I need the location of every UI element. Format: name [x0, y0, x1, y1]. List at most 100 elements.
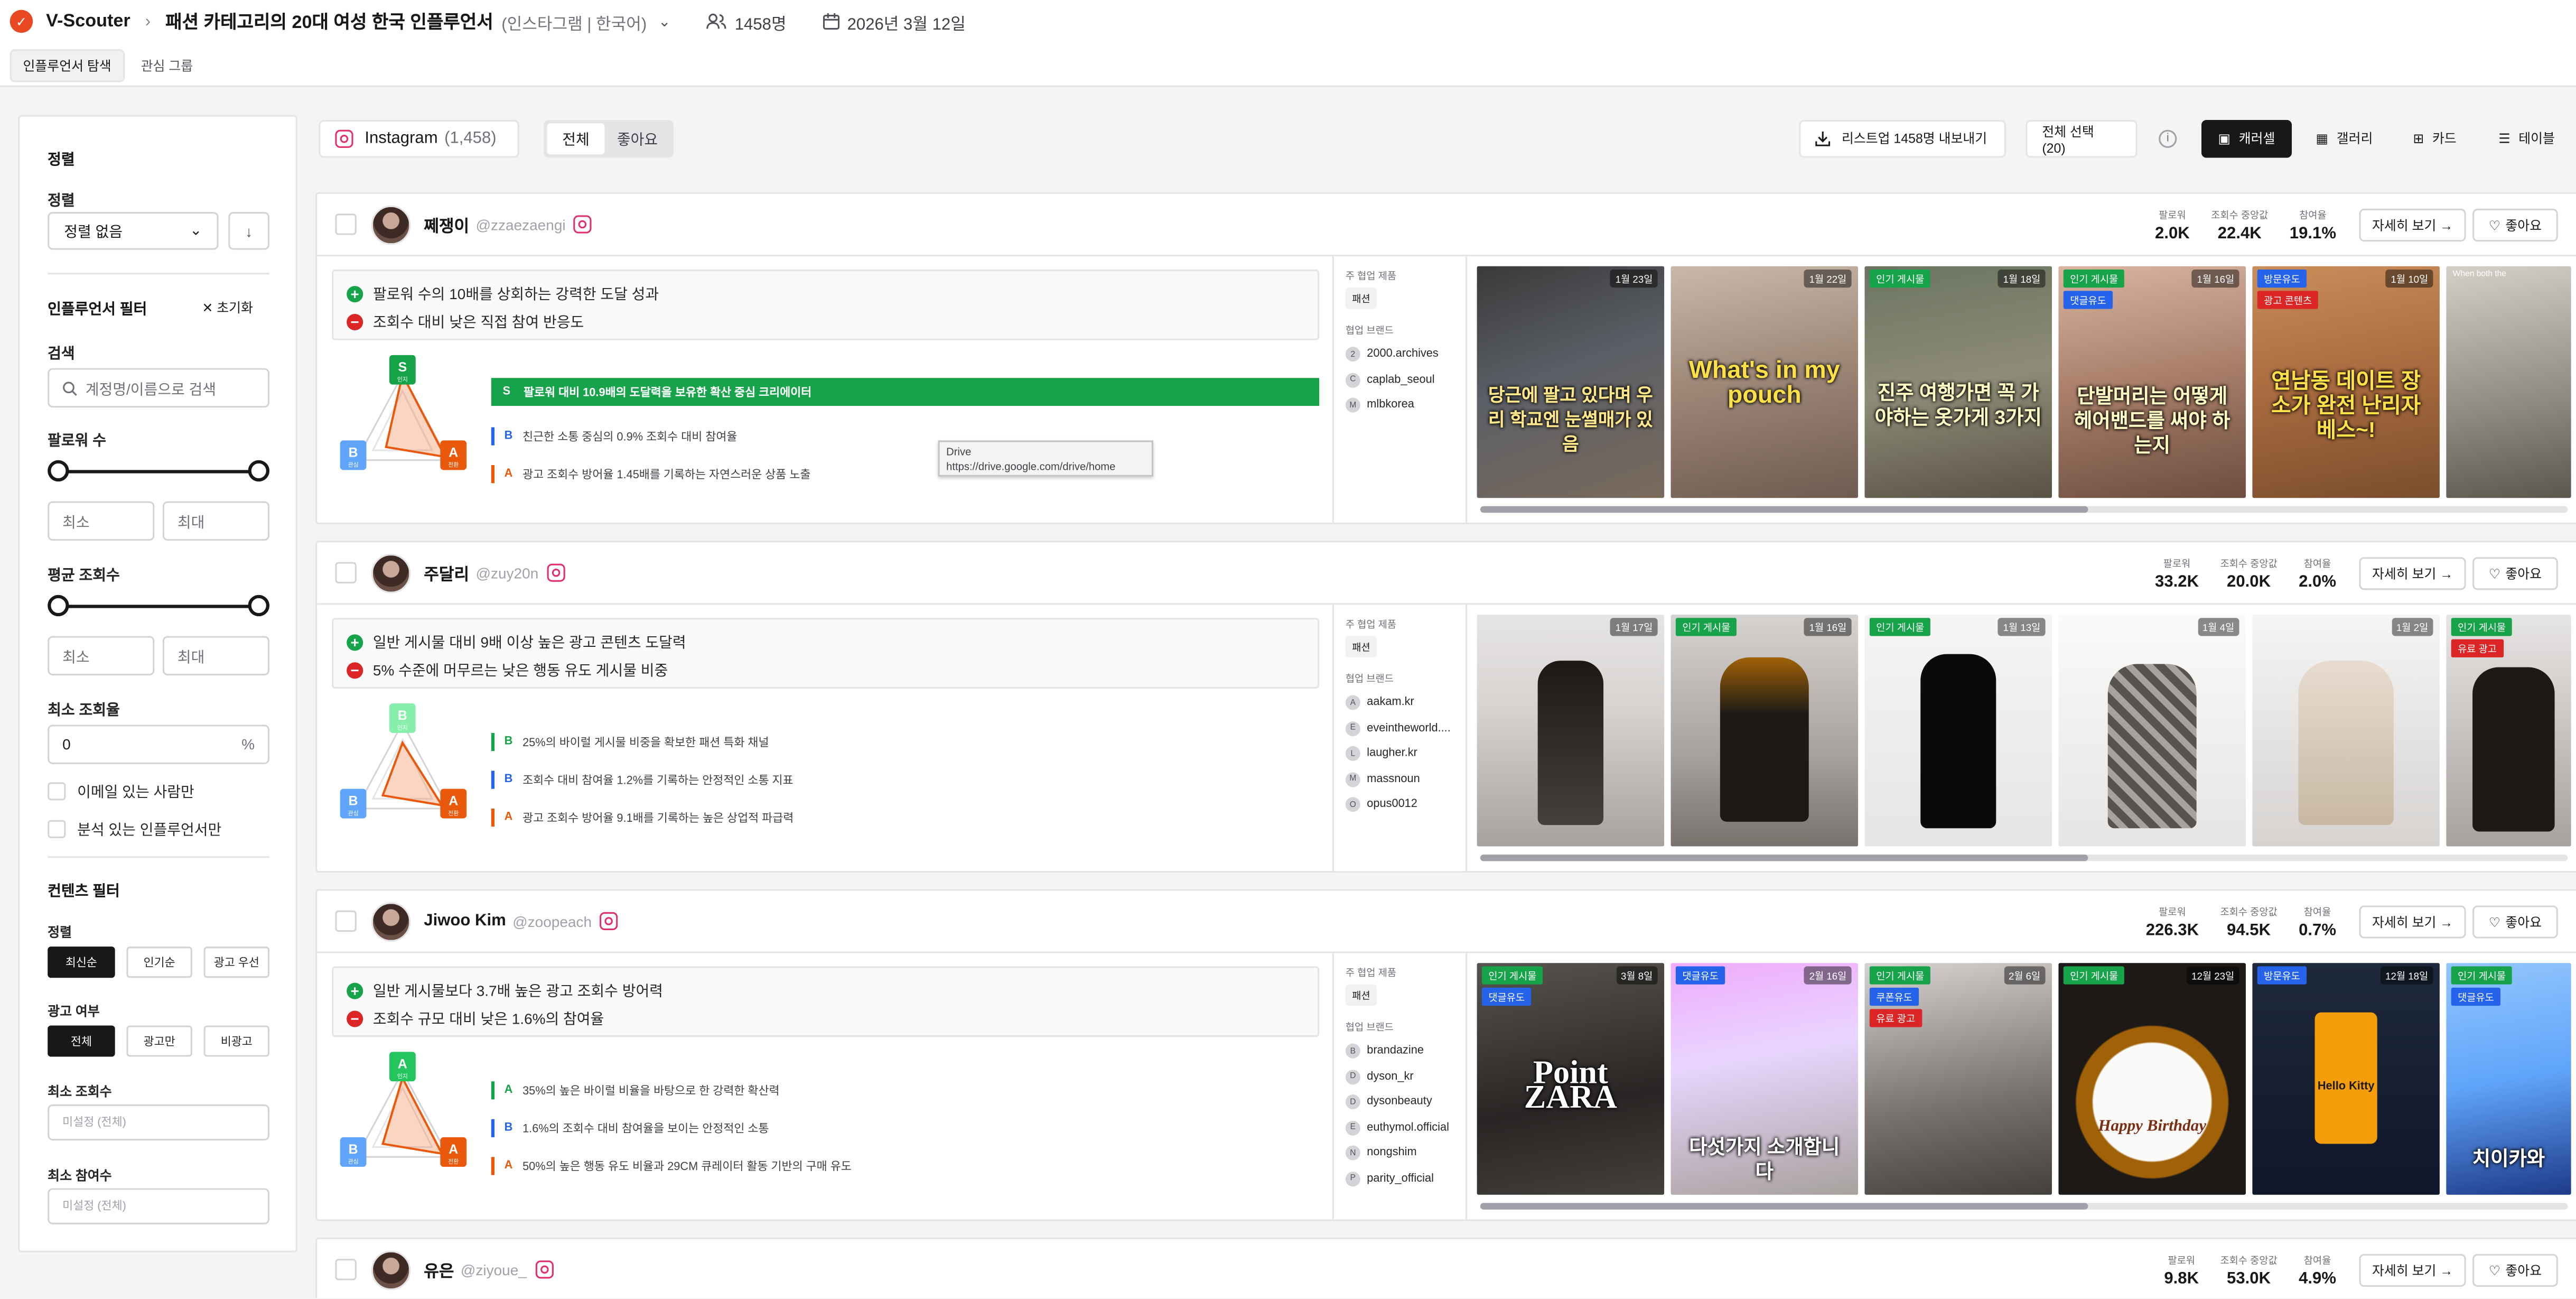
post-thumbnail[interactable]: 1월 22일 What's in my pouch: [1670, 266, 1859, 498]
influencer-name[interactable]: 쩨쟁이: [424, 212, 469, 237]
brand-item[interactable]: Mmassnoun: [1345, 767, 1454, 792]
brand-item[interactable]: Eeveintheworld....: [1345, 716, 1454, 741]
sort-direction-button[interactable]: ↓: [228, 212, 269, 250]
content-sort-popular[interactable]: 인기순: [126, 947, 192, 978]
post-thumbnail[interactable]: 1월 10일 방문유도 광고 콘텐츠 연남동 데이트 장소가 완전 난리자베스~!: [2252, 266, 2440, 498]
brand-item[interactable]: Ccaplab_seoul: [1345, 367, 1454, 393]
influencer-name[interactable]: 유은: [424, 1257, 454, 1282]
post-thumbnail[interactable]: 1월 16일 인기 게시물 댓글유도 단발머리는 어떻게 헤어밴드를 써야 하는지: [2058, 266, 2246, 498]
like-button[interactable]: ♡ 좋아요: [2472, 1254, 2558, 1287]
export-button[interactable]: 리스트업 1458명 내보내기: [1799, 120, 2006, 158]
influencer-handle[interactable]: @zuy20n: [476, 564, 539, 581]
post-thumbnail[interactable]: 1월 18일 인기 게시물 진주 여행가면 꼭 가야하는 옷가게 3가지: [1864, 266, 2052, 498]
details-button[interactable]: 자세히 보기 →: [2359, 208, 2466, 242]
followers-max-input[interactable]: 최대: [162, 501, 269, 541]
scrollbar-thumb[interactable]: [1480, 506, 2088, 513]
content-sort-ad-first[interactable]: 광고 우선: [203, 947, 269, 978]
info-icon[interactable]: i: [2159, 129, 2177, 148]
views-min-input[interactable]: 최소: [48, 636, 155, 676]
post-thumbnail[interactable]: 2월 6일 인기 게시물 쿠폰유도 유료 광고: [1864, 963, 2052, 1195]
post-thumbnail[interactable]: 12월 23일 인기 게시물 Happy Birthday: [2058, 963, 2246, 1195]
instagram-icon[interactable]: [600, 912, 618, 931]
instagram-icon[interactable]: [535, 1260, 553, 1279]
brand-item[interactable]: Llaugher.kr: [1345, 741, 1454, 766]
ad-filter-non-ads[interactable]: 비광고: [203, 1025, 269, 1057]
post-thumbnail[interactable]: 인기 게시물 유료 광고: [2446, 615, 2571, 847]
brand-item[interactable]: Ddyson_kr: [1345, 1064, 1454, 1090]
brand-item[interactable]: Eeuthymol.official: [1345, 1115, 1454, 1140]
slider-max-handle[interactable]: [248, 460, 269, 482]
app-logo-icon[interactable]: ✓: [10, 10, 33, 33]
view-table[interactable]: ☰ 테이블: [2486, 120, 2568, 158]
view-carousel[interactable]: ▣ 캐러셀: [2201, 120, 2292, 158]
brand-item[interactable]: Oopus0012: [1345, 792, 1454, 818]
chevron-down-icon[interactable]: ⌄: [658, 12, 670, 30]
slider-min-handle[interactable]: [48, 595, 69, 617]
avatar[interactable]: [371, 1249, 411, 1289]
email-only-checkbox[interactable]: 이메일 있는 사람만: [48, 781, 194, 802]
carousel-scrollbar[interactable]: [1480, 855, 2568, 861]
post-thumbnail[interactable]: 1월 17일: [1477, 615, 1665, 847]
sort-select[interactable]: 정렬 없음 ⌄: [48, 212, 219, 250]
details-button[interactable]: 자세히 보기 →: [2359, 905, 2466, 939]
post-thumbnail[interactable]: When both the: [2446, 266, 2571, 498]
view-card[interactable]: ⊞ 카드: [2400, 120, 2469, 158]
min-views-input[interactable]: 미설정 (전체): [48, 1104, 269, 1141]
view-gallery[interactable]: ▦ 갤러리: [2303, 120, 2385, 158]
like-button[interactable]: ♡ 좋아요: [2472, 557, 2558, 590]
post-thumbnail[interactable]: 1월 13일 인기 게시물: [1864, 615, 2052, 847]
checkbox-box[interactable]: [48, 820, 66, 838]
scrollbar-thumb[interactable]: [1480, 1203, 2088, 1210]
content-sort-latest[interactable]: 최신순: [48, 947, 115, 978]
min-view-rate-input[interactable]: 0%: [48, 725, 269, 765]
tab-explore[interactable]: 인플루언서 탐색: [10, 49, 125, 82]
slider-max-handle[interactable]: [248, 595, 269, 617]
analyzed-only-checkbox[interactable]: 분석 있는 인플루언서만: [48, 819, 221, 840]
post-thumbnail[interactable]: 3월 8일 인기 게시물 댓글유도 Point ZARA: [1477, 963, 1665, 1195]
avg-views-slider[interactable]: [48, 595, 269, 618]
select-checkbox[interactable]: [335, 910, 357, 932]
brand-item[interactable]: Mmlbkorea: [1345, 393, 1454, 418]
min-engagement-input[interactable]: 미설정 (전체): [48, 1188, 269, 1224]
brand-item[interactable]: Nnongshim: [1345, 1140, 1454, 1166]
post-thumbnail[interactable]: 1월 4일: [2058, 615, 2246, 847]
post-thumbnail[interactable]: 인기 게시물 댓글유도 치이카와: [2446, 963, 2571, 1195]
reset-button[interactable]: ✕ 초기화: [202, 299, 253, 317]
avatar[interactable]: [371, 553, 411, 593]
select-checkbox[interactable]: [335, 562, 357, 583]
select-all-button[interactable]: 전체 선택 (20): [2026, 120, 2138, 158]
platform-selector[interactable]: Instagram (1,458): [319, 120, 519, 158]
avatar[interactable]: [371, 901, 411, 941]
checkbox-box[interactable]: [48, 782, 66, 801]
carousel-scrollbar[interactable]: [1480, 506, 2568, 513]
instagram-icon[interactable]: [546, 563, 565, 582]
brand-item[interactable]: Pparity_official: [1345, 1166, 1454, 1191]
influencer-name[interactable]: Jiwoo Kim: [424, 912, 506, 930]
brand-item[interactable]: Ddysonbeauty: [1345, 1090, 1454, 1115]
avatar[interactable]: [371, 205, 411, 244]
influencer-handle[interactable]: @zzaezaengi: [476, 216, 566, 233]
instagram-icon[interactable]: [574, 215, 592, 234]
views-max-input[interactable]: 최대: [162, 636, 269, 676]
followers-min-input[interactable]: 최소: [48, 501, 155, 541]
filter-all[interactable]: 전체: [547, 123, 605, 155]
scrollbar-thumb[interactable]: [1480, 855, 2088, 861]
details-button[interactable]: 자세히 보기 →: [2359, 557, 2466, 590]
followers-slider[interactable]: [48, 460, 269, 484]
select-checkbox[interactable]: [335, 1259, 357, 1281]
app-name[interactable]: V-Scouter: [46, 12, 130, 31]
post-thumbnail[interactable]: 12월 18일 방문유도 Hello Kitty: [2252, 963, 2440, 1195]
brand-item[interactable]: Aaakam.kr: [1345, 690, 1454, 716]
like-button[interactable]: ♡ 좋아요: [2472, 905, 2558, 939]
carousel-scrollbar[interactable]: [1480, 1203, 2568, 1210]
influencer-handle[interactable]: @ziyoue_: [461, 1261, 527, 1278]
post-thumbnail[interactable]: 1월 2일: [2252, 615, 2440, 847]
slider-min-handle[interactable]: [48, 460, 69, 482]
influencer-name[interactable]: 주달리: [424, 560, 469, 585]
details-button[interactable]: 자세히 보기 →: [2359, 1254, 2466, 1287]
filter-liked[interactable]: 좋아요: [604, 123, 670, 154]
post-thumbnail[interactable]: 1월 23일 당근에 팔고 있다며 우리 학교엔 눈썰매가 있음: [1477, 266, 1665, 498]
tab-interest-groups[interactable]: 관심 그룹: [129, 49, 204, 82]
ad-filter-all[interactable]: 전체: [48, 1025, 115, 1057]
search-input[interactable]: 계정명/이름으로 검색: [48, 368, 269, 408]
